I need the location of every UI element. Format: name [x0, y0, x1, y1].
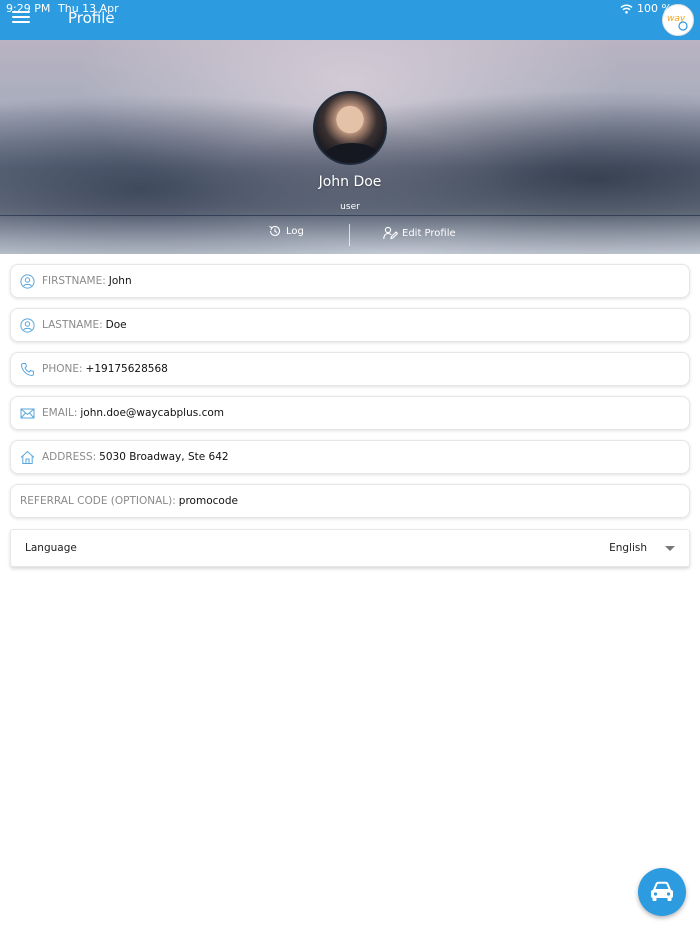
- banner-divider: [0, 215, 700, 216]
- field-label: FIRSTNAME:: [42, 275, 106, 287]
- field-label: ADDRESS:: [42, 451, 97, 463]
- log-label: Log: [286, 225, 304, 237]
- profile-banner: John Doe user Log Edit Profile: [0, 40, 700, 254]
- field-value: John: [108, 275, 132, 287]
- chevron-down-icon: [665, 545, 675, 551]
- address-field[interactable]: ADDRESS: 5030 Broadway, Ste 642: [10, 440, 690, 474]
- action-divider: [349, 224, 350, 246]
- lastname-field[interactable]: LASTNAME: Doe: [10, 308, 690, 342]
- field-label: LASTNAME:: [42, 319, 103, 331]
- user-icon: [19, 273, 35, 289]
- user-role: user: [340, 202, 360, 212]
- firstname-field[interactable]: FIRSTNAME: John: [10, 264, 690, 298]
- mail-icon: [19, 405, 35, 421]
- avatar: [313, 91, 387, 165]
- field-label: PHONE:: [42, 363, 83, 375]
- user-name: John Doe: [318, 174, 382, 190]
- user-icon: [19, 317, 35, 333]
- language-label: Language: [25, 542, 77, 554]
- book-ride-button[interactable]: [638, 868, 686, 916]
- field-label: EMAIL:: [42, 407, 78, 419]
- edit-profile-button[interactable]: Edit Profile: [383, 226, 456, 240]
- referral-code-field[interactable]: REFERRAL CODE (OPTIONAL): promocode: [10, 484, 690, 518]
- field-label: REFERRAL CODE (OPTIONAL):: [20, 495, 176, 507]
- language-select[interactable]: Language English: [10, 529, 690, 567]
- home-icon: [19, 449, 35, 465]
- menu-icon[interactable]: [12, 11, 30, 25]
- field-value: promocode: [178, 495, 238, 507]
- app-header: 9:29 PM Thu 13 Apr 100 % Profile way: [0, 0, 700, 40]
- phone-field[interactable]: PHONE: +19175628568: [10, 352, 690, 386]
- language-value: English: [609, 542, 647, 554]
- field-value: john.doe@waycabplus.com: [80, 407, 224, 419]
- history-icon: [269, 225, 281, 236]
- field-value: Doe: [105, 319, 127, 331]
- edit-profile-label: Edit Profile: [402, 227, 456, 239]
- field-value: 5030 Broadway, Ste 642: [99, 451, 229, 463]
- wifi-icon: [620, 4, 633, 14]
- field-value: +19175628568: [85, 363, 168, 375]
- page-title: Profile: [68, 9, 115, 27]
- log-button[interactable]: Log: [268, 224, 304, 238]
- logo-icon: way: [664, 6, 692, 34]
- email-field[interactable]: EMAIL: john.doe@waycabplus.com: [10, 396, 690, 430]
- car-icon: [651, 881, 673, 901]
- phone-icon: [19, 361, 35, 377]
- app-logo: way: [662, 4, 694, 36]
- edit-user-icon: [383, 226, 398, 240]
